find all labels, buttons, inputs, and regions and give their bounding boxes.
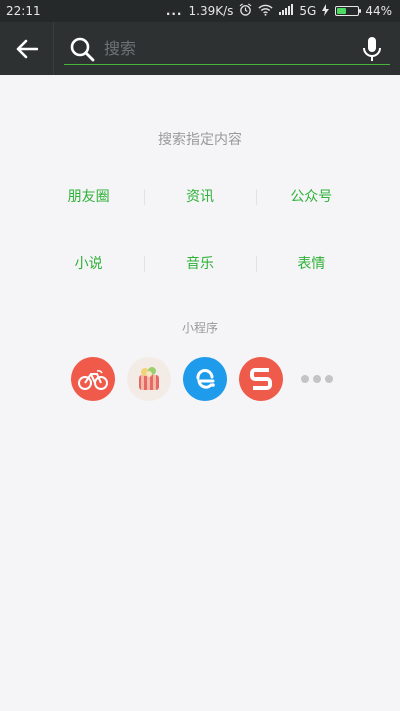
category-official-accounts[interactable]: 公众号: [255, 186, 367, 206]
status-right: ... 1.39K/s 5G 44%: [166, 3, 392, 19]
category-stickers[interactable]: 表情: [255, 253, 367, 273]
search-input[interactable]: [102, 38, 346, 59]
category-grid: 朋友圈 资讯 公众号 小说 音乐 表情: [33, 185, 367, 274]
battery-icon: [335, 6, 362, 16]
mini-programs-title: 小程序: [181, 321, 218, 335]
battery-fill: [337, 8, 347, 14]
status-time: 22:11: [6, 4, 41, 18]
search-box[interactable]: [62, 22, 392, 75]
more-dot: [325, 375, 333, 383]
mini-programs-row: [0, 357, 400, 401]
search-icon: [70, 37, 95, 61]
status-bar: 22:11 ... 1.39K/s 5G 44%: [0, 0, 400, 22]
e-app-icon[interactable]: [183, 357, 227, 401]
category-row: 朋友圈 资讯 公众号: [33, 185, 367, 207]
charging-icon: [322, 3, 330, 19]
back-button[interactable]: [0, 22, 54, 75]
microphone-icon[interactable]: [362, 36, 382, 62]
more-dot: [301, 375, 309, 383]
search-toolbar: [0, 22, 400, 75]
more-dots-icon[interactable]: [295, 357, 339, 401]
search-hint: 搜索指定内容: [158, 132, 242, 148]
bike-app-icon[interactable]: [71, 357, 115, 401]
category-moments[interactable]: 朋友圈: [33, 186, 144, 206]
back-arrow-icon: [16, 39, 38, 58]
more-dot: [313, 375, 321, 383]
search-underline: [64, 64, 390, 65]
category-news[interactable]: 资讯: [144, 186, 255, 206]
notification-dots: ...: [165, 4, 183, 18]
signal-icon: [279, 4, 294, 18]
search-main: 搜索指定内容 朋友圈 资讯 公众号 小说 音乐 表情 小程序: [0, 129, 400, 401]
food-app-icon[interactable]: [127, 357, 171, 401]
category-row: 小说 音乐 表情: [33, 252, 367, 274]
s-app-icon[interactable]: [239, 357, 283, 401]
category-novels[interactable]: 小说: [33, 253, 144, 273]
battery-percent: 44%: [365, 4, 392, 18]
network-type: 5G: [299, 4, 317, 18]
wifi-icon: [258, 4, 273, 19]
alarm-icon: [239, 3, 252, 19]
network-speed: 1.39K/s: [188, 4, 234, 18]
category-music[interactable]: 音乐: [144, 253, 255, 273]
